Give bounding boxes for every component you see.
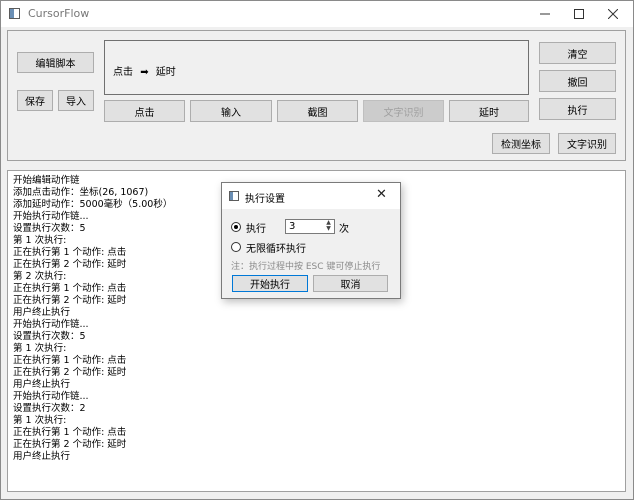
log-line: 正在执行第 2 个动作: 延时 [13,259,127,270]
execute-count-spinbox[interactable]: 3 ▲ ▼ [285,219,335,234]
input-action-button[interactable]: 输入 [190,100,272,122]
title-bar: CursorFlow [1,1,633,27]
arrow-icon: ➡ [140,67,149,78]
window-title: CursorFlow [28,7,90,20]
execute-count-label: 执行 [246,224,266,235]
log-line: 正在执行第 1 个动作: 点击 [13,283,127,294]
log-line: 开始编辑动作链 [13,175,80,186]
cancel-button[interactable]: 取消 [313,275,388,292]
undo-button[interactable]: 撤回 [539,70,616,92]
ocr-action-button[interactable]: 文字识别 [363,100,444,122]
log-line: 第 2 次执行: [13,271,67,282]
action-chain-preview: 点击 ➡ 延时 [104,40,529,95]
log-line: 用户终止执行 [13,379,71,390]
log-line: 正在执行第 2 个动作: 延时 [13,367,127,378]
log-line: 开始执行动作链... [13,211,89,222]
execute-count-value: 3 [289,221,296,232]
esc-note: 注：执行过程中按 ESC 键可停止执行 [231,262,381,272]
log-line: 开始执行动作链... [13,319,89,330]
log-line: 正在执行第 1 个动作: 点击 [13,247,127,258]
app-icon [9,8,20,19]
maximize-icon[interactable] [562,1,596,27]
log-line: 正在执行第 2 个动作: 延时 [13,295,127,306]
log-line: 开始执行动作链... [13,391,89,402]
log-line: 正在执行第 2 个动作: 延时 [13,439,127,450]
chain-step-delay: 延时 [155,67,176,78]
execute-count-radio[interactable] [231,222,241,232]
log-line: 正在执行第 1 个动作: 点击 [13,427,127,438]
clear-button[interactable]: 清空 [539,42,616,64]
import-button[interactable]: 导入 [58,90,94,111]
log-line: 第 1 次执行: [13,415,67,426]
infinite-loop-label: 无限循环执行 [246,244,306,255]
infinite-loop-radio[interactable] [231,242,241,252]
log-line: 添加点击动作：坐标(26, 1067) [13,187,149,198]
edit-script-button[interactable]: 编辑脚本 [17,52,94,73]
dialog-title-bar: 执行设置 ✕ [222,183,400,209]
close-icon[interactable] [596,1,630,27]
execute-button[interactable]: 执行 [539,98,616,120]
ocr-button[interactable]: 文字识别 [558,133,616,154]
dialog-title: 执行设置 [245,194,285,205]
log-line: 正在执行第 1 个动作: 点击 [13,355,127,366]
log-line: 设置执行次数：5 [13,223,86,234]
start-execution-button[interactable]: 开始执行 [232,275,308,292]
detect-coordinates-button[interactable]: 检测坐标 [492,133,550,154]
log-line: 第 1 次执行: [13,343,67,354]
save-button[interactable]: 保存 [17,90,53,111]
count-unit-label: 次 [339,224,349,235]
log-line: 用户终止执行 [13,451,71,462]
log-line: 添加延时动作：5000毫秒（5.00秒） [13,199,173,210]
log-line: 第 1 次执行: [13,235,67,246]
dialog-close-icon[interactable]: ✕ [376,187,387,202]
log-line: 用户终止执行 [13,307,71,318]
chain-preview-text: 点击 ➡ 延时 [113,63,176,78]
log-line: 设置执行次数：5 [13,331,86,342]
chain-step-click: 点击 [113,67,133,78]
dialog-app-icon [229,191,239,201]
click-action-button[interactable]: 点击 [104,100,185,122]
minimize-icon[interactable] [528,1,562,27]
delay-action-button[interactable]: 延时 [449,100,529,122]
screenshot-action-button[interactable]: 截图 [277,100,358,122]
spin-arrows-icon[interactable]: ▲ ▼ [324,220,333,233]
execution-settings-dialog: 执行设置 ✕ 执行 3 ▲ ▼ 次 无限循环执行 注：执行过程中按 ESC 键可停… [221,182,401,299]
log-line: 设置执行次数：2 [13,403,86,414]
